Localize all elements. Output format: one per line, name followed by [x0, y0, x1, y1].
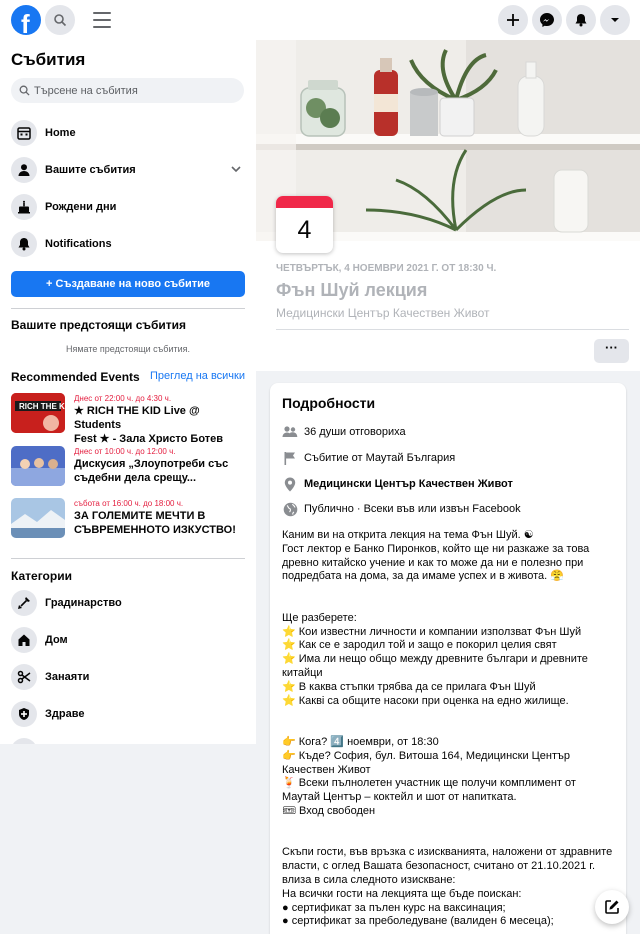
- event-thumbnail: [11, 498, 65, 538]
- event-time: Днес от 10:00 ч. до 12:00 ч.: [74, 447, 176, 456]
- upcoming-empty-note: Нямате предстоящи събития.: [66, 344, 190, 354]
- privacy-text: Публично · Всеки във или извън Facebook: [304, 503, 521, 515]
- shovel-icon: [11, 590, 37, 616]
- event-description: Каним ви на открита лекция на тема Фън Ш…: [282, 529, 613, 928]
- upcoming-events-title: Вашите предстоящи събития: [11, 318, 187, 332]
- search-button[interactable]: [45, 5, 75, 35]
- health-plus-icon: [11, 701, 37, 727]
- search-icon: [19, 85, 30, 96]
- recommended-event[interactable]: събота от 16:00 ч. до 18:00 ч. ЗА ГОЛЕМИ…: [11, 498, 245, 542]
- plus-icon: [507, 14, 519, 26]
- host-row[interactable]: Събитие от Маутай България: [282, 448, 455, 468]
- host-text: Събитие от Маутай България: [304, 452, 456, 464]
- svg-text:RICH THE KID: RICH THE KID: [19, 402, 65, 411]
- sidebar-item-your-events[interactable]: Вашите събития: [11, 156, 245, 184]
- account-menu-button[interactable]: [600, 5, 630, 35]
- account-dropdown-icon: [611, 18, 619, 22]
- sidebar-item-label: Вашите събития: [45, 164, 136, 176]
- categories-title: Категории: [11, 569, 72, 583]
- sidebar-item-label: Notifications: [45, 238, 112, 250]
- menu-icon[interactable]: [93, 12, 111, 28]
- category-icon: [11, 738, 37, 744]
- messenger-button[interactable]: [532, 5, 562, 35]
- svg-text:f: f: [21, 9, 30, 35]
- recommended-event[interactable]: RICH THE KID Днес от 22:00 ч. до 4:30 ч.…: [11, 393, 245, 445]
- sidebar-item-label: Home: [45, 127, 76, 139]
- compose-icon: [605, 900, 619, 914]
- event-date: ЧЕТВЪРТЪК, 4 НОЕМВРИ 2021 Г. ОТ 18:30 Ч.: [276, 263, 497, 274]
- globe-icon: [282, 501, 298, 517]
- divider: [11, 558, 245, 559]
- category-health[interactable]: Здраве: [11, 700, 245, 728]
- date-badge-day: 4: [297, 216, 312, 244]
- event-details-card: Подробности 36 души отговориха Събитие о…: [270, 383, 626, 934]
- event-thumbnail: [11, 446, 65, 486]
- create-button[interactable]: [498, 5, 528, 35]
- category-label: Дом: [45, 634, 68, 646]
- sidebar-item-home[interactable]: Home: [11, 119, 245, 147]
- details-title: Подробности: [282, 395, 376, 411]
- recommended-event[interactable]: Днес от 10:00 ч. до 12:00 ч. Дискусия „З…: [11, 446, 245, 490]
- event-time: събота от 16:00 ч. до 18:00 ч.: [74, 499, 184, 508]
- category-label: Занаяти: [45, 671, 90, 683]
- facebook-f-icon: f: [21, 9, 30, 35]
- messenger-icon: [540, 13, 554, 27]
- sidebar-item-notifications[interactable]: Notifications: [11, 230, 245, 258]
- see-all-link[interactable]: Преглед на всички: [150, 370, 245, 382]
- events-sidebar: Събития Home Вашите събития Рождени дни …: [0, 40, 256, 744]
- divider: [276, 329, 629, 330]
- facebook-logo[interactable]: f: [11, 5, 41, 35]
- event-name: Fest ★ - Зала Христо Ботев: [74, 433, 224, 445]
- event-time: Днес от 22:00 ч. до 4:30 ч.: [74, 394, 172, 403]
- date-badge-header: [276, 196, 333, 208]
- event-title: Фън Шуй лекция: [276, 280, 428, 300]
- flag-icon: [282, 450, 298, 466]
- notifications-button[interactable]: [566, 5, 596, 35]
- sidebar-item-label: Рождени дни: [45, 201, 117, 213]
- calendar-home-icon: [11, 120, 37, 146]
- location-text: Медицински Център Качествен Живот: [304, 478, 513, 490]
- event-name: съдебни дела срещу...: [74, 472, 197, 484]
- more-options-button[interactable]: ···: [594, 339, 629, 363]
- event-name: Дискусия „Злоупотреби със: [74, 458, 229, 470]
- new-message-button[interactable]: [595, 890, 629, 924]
- privacy-row: Публично · Всеки във или извън Facebook: [282, 499, 521, 519]
- sidebar-item-birthdays[interactable]: Рождени дни: [11, 193, 245, 221]
- event-header: ЧЕТВЪРТЪК, 4 НОЕМВРИ 2021 Г. ОТ 18:30 Ч.…: [256, 241, 640, 371]
- top-bar: f: [0, 0, 640, 40]
- person-icon: [11, 157, 37, 183]
- category-crafts[interactable]: Занаяти: [11, 663, 245, 691]
- people-icon: [282, 424, 298, 440]
- event-search[interactable]: [11, 78, 244, 103]
- sidebar-title: Събития: [11, 50, 86, 69]
- recommended-title: Recommended Events: [11, 370, 140, 384]
- search-input[interactable]: [34, 84, 234, 97]
- location-row[interactable]: Медицински Център Качествен Живот: [282, 474, 513, 494]
- category-label: Градинарство: [45, 597, 122, 609]
- create-event-button[interactable]: + Създаване на ново събитие: [11, 271, 245, 297]
- event-name: СЪВРЕМЕННОТО ИЗКУСТВО!: [74, 524, 236, 536]
- location-pin-icon: [282, 476, 298, 492]
- bell-icon: [11, 231, 37, 257]
- scissors-icon: [11, 664, 37, 690]
- category-label: Здраве: [45, 708, 85, 720]
- category-home[interactable]: Дом: [11, 626, 245, 654]
- notifications-icon: [575, 14, 587, 27]
- house-icon: [11, 627, 37, 653]
- event-thumbnail: RICH THE KID: [11, 393, 65, 433]
- cake-icon: [11, 194, 37, 220]
- event-name: ЗА ГОЛЕМИТЕ МЕЧТИ В: [74, 510, 206, 522]
- event-location[interactable]: Медицински Център Качествен Живот: [276, 306, 490, 320]
- responses-text: 36 души отговориха: [304, 426, 406, 438]
- search-icon: [54, 14, 67, 27]
- divider: [11, 308, 245, 309]
- chevron-down-icon[interactable]: [231, 165, 241, 173]
- category-gardening[interactable]: Градинарство: [11, 589, 245, 617]
- responses-row[interactable]: 36 души отговориха: [282, 422, 406, 442]
- category-more[interactable]: [11, 737, 245, 744]
- event-name: ★ RICH THE KID Live @ Students: [74, 405, 200, 431]
- event-date-badge: 4: [276, 196, 333, 253]
